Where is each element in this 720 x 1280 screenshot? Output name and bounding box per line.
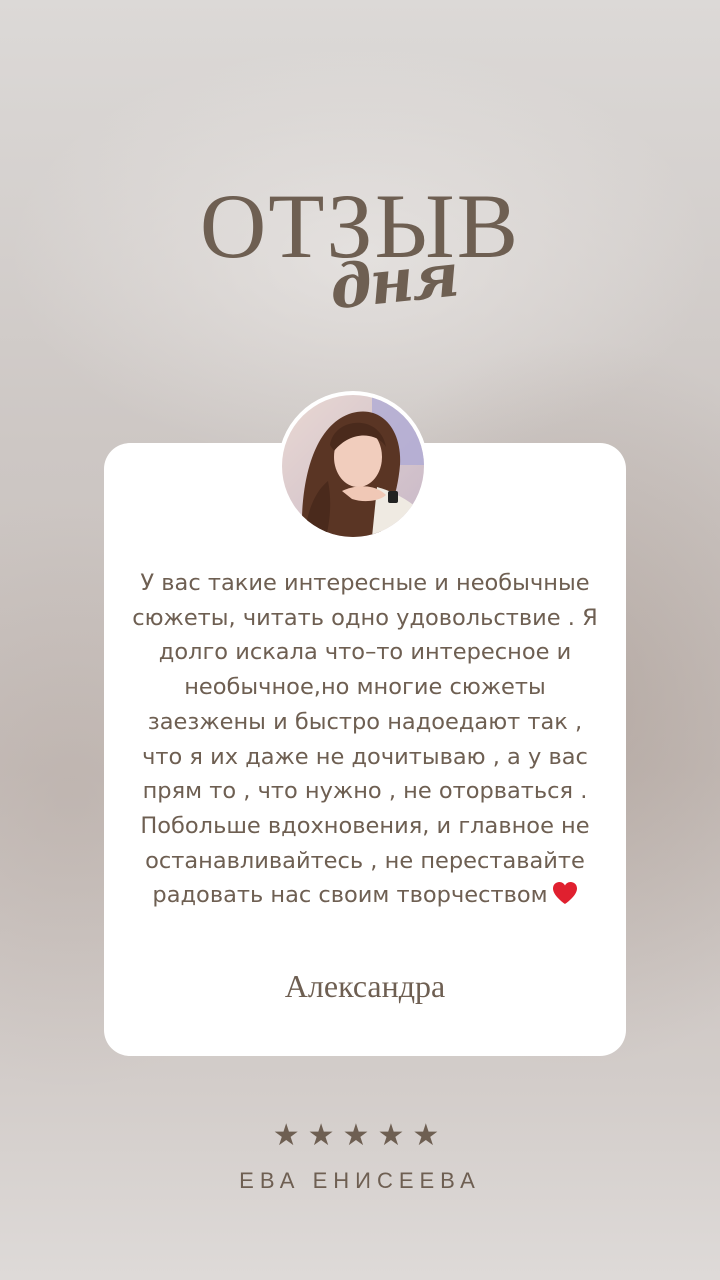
- review-line: долго искала что–то интересное и: [158, 639, 572, 666]
- review-line: У вас такие интересные и необычные: [140, 570, 590, 596]
- review-line-last: радовать нас своим творчеством: [104, 878, 626, 913]
- review-line: прям то , что нужно , не оторваться .: [142, 778, 588, 805]
- review-line: останавливайтесь , не переставайте: [145, 847, 585, 874]
- review-author: Александра: [284, 968, 446, 1004]
- signature: ЕВА ЕНИСЕЕВА: [239, 1168, 481, 1193]
- review-line-text: радовать нас своим творчеством: [152, 882, 548, 909]
- star-icon: ★: [272, 1118, 308, 1153]
- review-line: сюжеты, читать одно удовольствие . Я: [132, 604, 598, 631]
- rating-stars: ★★★★★: [0, 1118, 720, 1153]
- heart-icon: [552, 882, 577, 905]
- review-text: У вас такие интересные и необычные сюжет…: [104, 566, 626, 913]
- star-icon: ★: [307, 1118, 343, 1153]
- review-line: необычное,но многие сюжеты: [184, 674, 546, 701]
- review-line: заезжены и быстро надоедают так ,: [147, 708, 583, 735]
- avatar-photo: [282, 395, 424, 537]
- page-subtitle: дня: [326, 240, 461, 324]
- review-line: что я их даже не дочитываю , а у вас: [142, 743, 588, 770]
- avatar: [278, 391, 428, 541]
- star-icon: ★: [412, 1118, 448, 1153]
- star-icon: ★: [342, 1118, 378, 1153]
- review-line: Побольше вдохновения, и главное не: [140, 812, 590, 839]
- star-icon: ★: [377, 1118, 413, 1153]
